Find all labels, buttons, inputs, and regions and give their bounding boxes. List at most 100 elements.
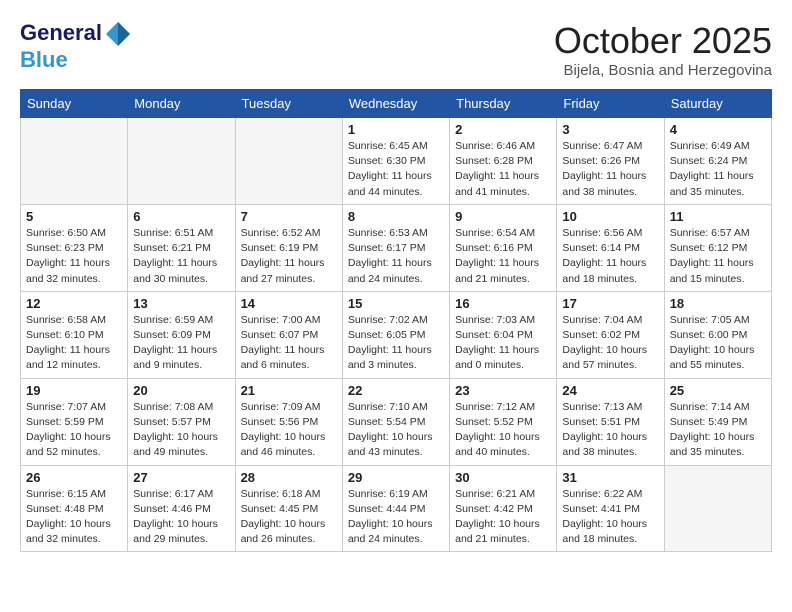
day-number: 14 [241, 296, 337, 311]
calendar-cell: 23 Sunrise: 7:12 AMSunset: 5:52 PMDayligh… [450, 378, 557, 465]
day-number: 18 [670, 296, 766, 311]
calendar-cell: 22 Sunrise: 7:10 AMSunset: 5:54 PMDayligh… [342, 378, 449, 465]
week-row-2: 5 Sunrise: 6:50 AMSunset: 6:23 PMDaylight… [21, 204, 772, 291]
day-number: 25 [670, 383, 766, 398]
calendar-cell: 27 Sunrise: 6:17 AMSunset: 4:46 PMDayligh… [128, 465, 235, 552]
day-info: Sunrise: 6:17 AMSunset: 4:46 PMDaylight:… [133, 487, 229, 548]
day-number: 23 [455, 383, 551, 398]
day-info: Sunrise: 7:08 AMSunset: 5:57 PMDaylight:… [133, 400, 229, 461]
calendar-cell [664, 465, 771, 552]
calendar-cell: 11 Sunrise: 6:57 AMSunset: 6:12 PMDayligh… [664, 204, 771, 291]
day-info: Sunrise: 6:59 AMSunset: 6:09 PMDaylight:… [133, 313, 229, 374]
day-number: 3 [562, 122, 658, 137]
calendar-cell: 13 Sunrise: 6:59 AMSunset: 6:09 PMDayligh… [128, 291, 235, 378]
calendar-cell: 24Sunrise: 7:13 AMSunset: 5:51 PMDayligh… [557, 378, 664, 465]
day-header-saturday: Saturday [664, 90, 771, 118]
day-number: 16 [455, 296, 551, 311]
day-info: Sunrise: 6:15 AMSunset: 4:48 PMDaylight:… [26, 487, 122, 548]
day-number: 17 [562, 296, 658, 311]
day-info: Sunrise: 6:52 AMSunset: 6:19 PMDaylight:… [241, 226, 337, 287]
day-number: 11 [670, 209, 766, 224]
day-number: 7 [241, 209, 337, 224]
day-info: Sunrise: 7:02 AMSunset: 6:05 PMDaylight:… [348, 313, 444, 374]
calendar-cell: 31 Sunrise: 6:22 AMSunset: 4:41 PMDayligh… [557, 465, 664, 552]
day-info: Sunrise: 6:57 AMSunset: 6:12 PMDaylight:… [670, 226, 766, 287]
day-number: 24 [562, 383, 658, 398]
day-info: Sunrise: 6:54 AMSunset: 6:16 PMDaylight:… [455, 226, 551, 287]
calendar-cell: 10Sunrise: 6:56 AMSunset: 6:14 PMDayligh… [557, 204, 664, 291]
calendar-cell: 6Sunrise: 6:51 AMSunset: 6:21 PMDaylight… [128, 204, 235, 291]
day-info: Sunrise: 6:46 AMSunset: 6:28 PMDaylight:… [455, 139, 551, 200]
day-info: Sunrise: 7:00 AMSunset: 6:07 PMDaylight:… [241, 313, 337, 374]
day-number: 12 [26, 296, 122, 311]
day-info: Sunrise: 7:14 AMSunset: 5:49 PMDaylight:… [670, 400, 766, 461]
day-number: 5 [26, 209, 122, 224]
day-number: 20 [133, 383, 229, 398]
day-header-monday: Monday [128, 90, 235, 118]
calendar-cell: 18 Sunrise: 7:05 AMSunset: 6:00 PMDayligh… [664, 291, 771, 378]
week-row-4: 19Sunrise: 7:07 AMSunset: 5:59 PMDayligh… [21, 378, 772, 465]
calendar-cell: 17 Sunrise: 7:04 AMSunset: 6:02 PMDayligh… [557, 291, 664, 378]
calendar-cell: 16 Sunrise: 7:03 AMSunset: 6:04 PMDayligh… [450, 291, 557, 378]
day-info: Sunrise: 6:45 AMSunset: 6:30 PMDaylight:… [348, 139, 444, 200]
calendar-cell: 7 Sunrise: 6:52 AMSunset: 6:19 PMDaylight… [235, 204, 342, 291]
day-info: Sunrise: 6:21 AMSunset: 4:42 PMDaylight:… [455, 487, 551, 548]
day-number: 29 [348, 470, 444, 485]
logo-blue: Blue [20, 48, 132, 72]
calendar-cell: 12Sunrise: 6:58 AMSunset: 6:10 PMDayligh… [21, 291, 128, 378]
day-number: 27 [133, 470, 229, 485]
calendar-cell: 4 Sunrise: 6:49 AMSunset: 6:24 PMDaylight… [664, 118, 771, 205]
day-info: Sunrise: 6:18 AMSunset: 4:45 PMDaylight:… [241, 487, 337, 548]
day-info: Sunrise: 7:10 AMSunset: 5:54 PMDaylight:… [348, 400, 444, 461]
day-number: 22 [348, 383, 444, 398]
day-headers-row: SundayMondayTuesdayWednesdayThursdayFrid… [21, 90, 772, 118]
title-area: October 2025 Bijela, Bosnia and Herzegov… [554, 20, 772, 79]
month-title: October 2025 [554, 20, 772, 62]
calendar-cell: 2Sunrise: 6:46 AMSunset: 6:28 PMDaylight… [450, 118, 557, 205]
day-number: 31 [562, 470, 658, 485]
day-info: Sunrise: 6:56 AMSunset: 6:14 PMDaylight:… [562, 226, 658, 287]
day-header-wednesday: Wednesday [342, 90, 449, 118]
calendar-cell: 3 Sunrise: 6:47 AMSunset: 6:26 PMDaylight… [557, 118, 664, 205]
logo-icon [104, 20, 132, 48]
day-number: 1 [348, 122, 444, 137]
week-row-5: 26 Sunrise: 6:15 AMSunset: 4:48 PMDayligh… [21, 465, 772, 552]
calendar-cell [128, 118, 235, 205]
calendar-cell: 15 Sunrise: 7:02 AMSunset: 6:05 PMDayligh… [342, 291, 449, 378]
day-info: Sunrise: 7:12 AMSunset: 5:52 PMDaylight:… [455, 400, 551, 461]
day-header-thursday: Thursday [450, 90, 557, 118]
day-info: Sunrise: 6:49 AMSunset: 6:24 PMDaylight:… [670, 139, 766, 200]
calendar-cell: 29 Sunrise: 6:19 AMSunset: 4:44 PMDayligh… [342, 465, 449, 552]
calendar-cell: 28Sunrise: 6:18 AMSunset: 4:45 PMDayligh… [235, 465, 342, 552]
day-info: Sunrise: 6:47 AMSunset: 6:26 PMDaylight:… [562, 139, 658, 200]
day-info: Sunrise: 6:53 AMSunset: 6:17 PMDaylight:… [348, 226, 444, 287]
day-number: 15 [348, 296, 444, 311]
day-header-friday: Friday [557, 90, 664, 118]
day-info: Sunrise: 7:03 AMSunset: 6:04 PMDaylight:… [455, 313, 551, 374]
day-header-sunday: Sunday [21, 90, 128, 118]
calendar-cell: 20 Sunrise: 7:08 AMSunset: 5:57 PMDayligh… [128, 378, 235, 465]
day-info: Sunrise: 7:05 AMSunset: 6:00 PMDaylight:… [670, 313, 766, 374]
calendar-table: SundayMondayTuesdayWednesdayThursdayFrid… [20, 89, 772, 552]
calendar-cell [235, 118, 342, 205]
day-info: Sunrise: 6:22 AMSunset: 4:41 PMDaylight:… [562, 487, 658, 548]
logo: General Blue [20, 20, 132, 72]
day-number: 30 [455, 470, 551, 485]
day-info: Sunrise: 6:51 AMSunset: 6:21 PMDaylight:… [133, 226, 229, 287]
day-number: 13 [133, 296, 229, 311]
day-info: Sunrise: 6:19 AMSunset: 4:44 PMDaylight:… [348, 487, 444, 548]
day-number: 26 [26, 470, 122, 485]
page-header: General Blue October 2025 Bijela, Bosnia… [20, 20, 772, 79]
day-info: Sunrise: 7:07 AMSunset: 5:59 PMDaylight:… [26, 400, 122, 461]
calendar-cell: 19Sunrise: 7:07 AMSunset: 5:59 PMDayligh… [21, 378, 128, 465]
calendar-cell: 30 Sunrise: 6:21 AMSunset: 4:42 PMDayligh… [450, 465, 557, 552]
day-number: 9 [455, 209, 551, 224]
logo-text: General [20, 20, 132, 48]
calendar-cell: 8Sunrise: 6:53 AMSunset: 6:17 PMDaylight… [342, 204, 449, 291]
calendar-cell: 21Sunrise: 7:09 AMSunset: 5:56 PMDayligh… [235, 378, 342, 465]
day-info: Sunrise: 7:04 AMSunset: 6:02 PMDaylight:… [562, 313, 658, 374]
calendar-cell: 1 Sunrise: 6:45 AMSunset: 6:30 PMDaylight… [342, 118, 449, 205]
day-info: Sunrise: 6:50 AMSunset: 6:23 PMDaylight:… [26, 226, 122, 287]
day-info: Sunrise: 7:09 AMSunset: 5:56 PMDaylight:… [241, 400, 337, 461]
day-number: 4 [670, 122, 766, 137]
